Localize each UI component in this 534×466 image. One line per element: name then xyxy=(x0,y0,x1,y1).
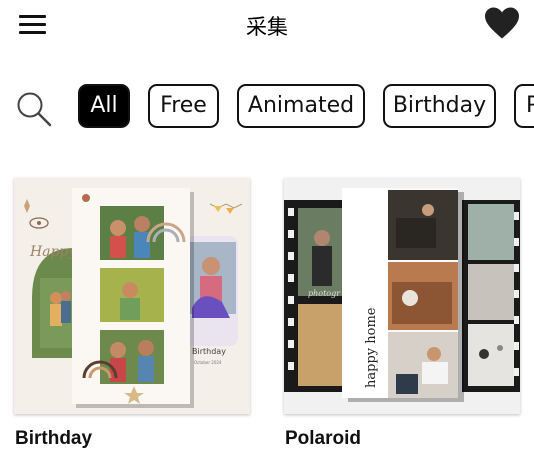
filter-bar: All Free Animated Birthday P xyxy=(0,80,534,136)
polaroid-caption-text: happy home xyxy=(364,307,379,388)
search-icon[interactable] xyxy=(15,90,53,128)
filter-chip-birthday[interactable]: Birthday xyxy=(383,84,496,128)
top-app-bar: 采集 xyxy=(0,0,534,50)
filter-chip-free[interactable]: Free xyxy=(148,84,219,128)
polaroid-watermark-text: photogr xyxy=(308,289,341,298)
birthday-side-title: Birthday xyxy=(192,347,226,356)
template-name-polaroid[interactable]: Polaroid xyxy=(285,428,361,450)
page-title: 采集 xyxy=(246,15,288,39)
birthday-template-preview: Happy Birthday October 2024 xyxy=(14,178,250,414)
filter-chip-animated[interactable]: Animated xyxy=(237,84,365,128)
birthday-side-date: October 2024 xyxy=(194,360,222,365)
birthday-script-text: Happy xyxy=(29,244,77,260)
polaroid-template-preview: photogr happy home xyxy=(284,178,520,414)
filter-chip-all[interactable]: All xyxy=(78,84,130,128)
template-card-birthday[interactable]: Happy Birthday October 2024 xyxy=(14,178,250,414)
template-name-birthday[interactable]: Birthday xyxy=(15,428,92,450)
heart-icon[interactable] xyxy=(483,6,521,40)
filter-chip-partial[interactable]: P xyxy=(514,84,534,128)
template-card-polaroid[interactable]: photogr happy home xyxy=(284,178,520,414)
